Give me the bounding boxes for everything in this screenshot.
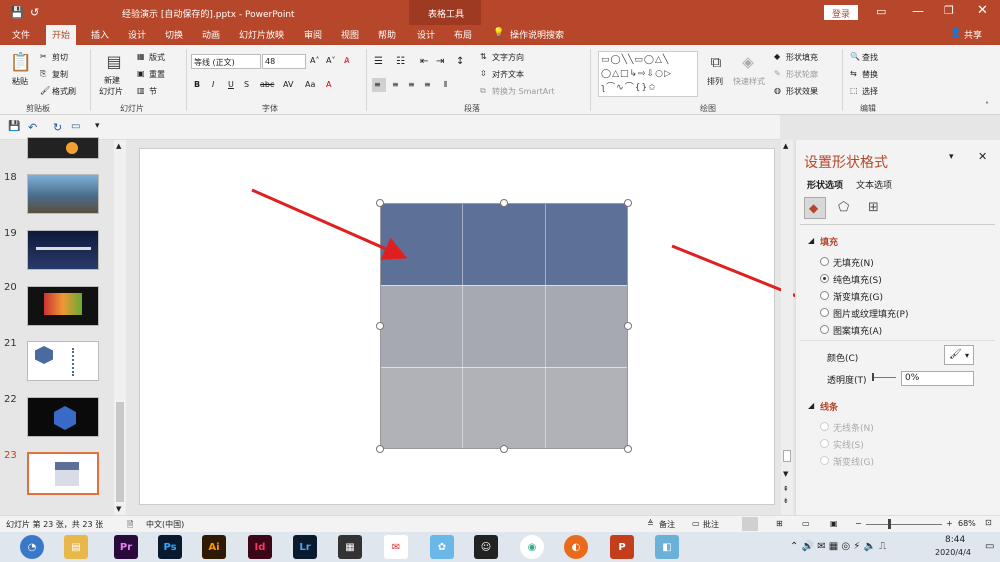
fill-section-header[interactable]: 填充	[820, 235, 838, 248]
line-collapse-icon[interactable]: ◢	[808, 401, 814, 410]
radio-no-fill[interactable]	[820, 257, 829, 266]
normal-view-icon[interactable]	[742, 517, 758, 531]
pentagon-icon[interactable]: ⬠	[838, 200, 849, 215]
solid-fill-label[interactable]: 纯色填充(S)	[833, 273, 882, 286]
pattern-fill-label[interactable]: 图案填充(A)	[833, 324, 882, 337]
zoom-level[interactable]: 68%	[958, 519, 976, 528]
tab-shape-options[interactable]: 形状选项	[807, 178, 843, 191]
gradient-fill-label[interactable]: 渐变填充(G)	[833, 290, 883, 303]
scroll-thumb[interactable]	[783, 450, 791, 462]
fit-slide-icon[interactable]: ⊡	[985, 518, 992, 527]
clock-date: 2020/4/4	[935, 548, 971, 557]
pane-close-icon[interactable]: ✕	[978, 150, 987, 163]
canvas-scrollbar[interactable]: ▲ ▼ ⇞ ⇟	[781, 140, 793, 515]
radio-gradient-line[interactable]	[820, 456, 829, 465]
picture-fill-label[interactable]: 图片或纹理填充(P)	[833, 307, 908, 320]
paint-bucket-icon: 🖌	[949, 349, 962, 360]
powerpoint-icon[interactable]: P	[610, 535, 634, 559]
transparency-input[interactable]: 0%	[901, 371, 974, 386]
scroll-up-icon[interactable]: ▲	[783, 142, 788, 150]
slide-count: 幻灯片 第 23 张，共 23 张	[6, 520, 104, 529]
fill-collapse-icon[interactable]: ◢	[808, 236, 814, 245]
transparency-slider[interactable]	[872, 377, 896, 378]
window-app-icon[interactable]: ◧	[655, 535, 679, 559]
spellcheck-icon[interactable]: 🗎	[127, 519, 133, 533]
mail-app-icon[interactable]: ✉	[384, 535, 408, 559]
red-arrow	[251, 188, 408, 260]
paint-bucket-icon: ◆	[809, 201, 819, 215]
file-explorer-icon[interactable]: ▤	[64, 535, 88, 559]
reading-view-icon[interactable]: ▭	[802, 519, 810, 528]
browser-icon[interactable]: ◐	[564, 535, 588, 559]
photoshop-icon[interactable]: Ps	[158, 535, 182, 559]
slideshow-icon[interactable]: ▣	[830, 519, 838, 528]
transparency-slider-thumb[interactable]	[872, 373, 874, 381]
prev-slide-icon[interactable]: ⇞	[783, 485, 789, 493]
start-icon[interactable]: ◔	[20, 535, 44, 559]
radio-picture-fill[interactable]	[820, 308, 829, 317]
notes-icon[interactable]: ≜	[647, 519, 654, 528]
premiere-icon[interactable]: Pr	[114, 535, 138, 559]
format-shape-pane: 设置形状格式 ▾ ✕ 形状选项 文本选项 ◆ ⬠ ⊞ ◢ 填充 无填充(N) 纯…	[795, 140, 1000, 515]
radio-no-line[interactable]	[820, 422, 829, 431]
slide-sorter-icon[interactable]: ⊞	[776, 519, 783, 528]
status-bar: 幻灯片 第 23 张，共 23 张 🗎 中文(中国) ≜ 备注 ▭ 批注 ⊞ ▭…	[0, 515, 1000, 532]
taskbar: ◔ ▤ Pr Ps Ai Id Lr ▦ ✉ ✿ ☺ ◉ ◐ P ◧ ⌃ 🔊 ✉…	[0, 532, 1000, 562]
zoom-slider[interactable]	[866, 524, 942, 525]
pane-title: 设置形状格式	[804, 155, 888, 171]
video-editor-icon[interactable]: ▦	[338, 535, 362, 559]
pane-menu-icon[interactable]: ▾	[949, 152, 954, 162]
next-slide-icon[interactable]: ⇟	[783, 497, 789, 505]
no-line-label[interactable]: 无线条(N)	[833, 421, 874, 434]
tray-icons[interactable]: ⌃ 🔊 ✉ ▦ ◎ ⚡ 🔈 ⎍	[790, 541, 886, 552]
transparency-label: 透明度(T)	[827, 376, 867, 386]
illustrator-icon[interactable]: Ai	[202, 535, 226, 559]
zoom-out-icon[interactable]: −	[855, 519, 862, 528]
chevron-down-icon: ▾	[965, 351, 970, 360]
zoom-slider-thumb[interactable]	[888, 519, 891, 529]
lightroom-icon[interactable]: Lr	[293, 535, 317, 559]
notes-button[interactable]: 备注	[659, 519, 675, 530]
size-properties-icon[interactable]: ⊞	[868, 200, 879, 215]
notifications-icon[interactable]: ▭	[985, 541, 994, 552]
solid-line-label[interactable]: 实线(S)	[833, 438, 864, 451]
gradient-line-label[interactable]: 渐变线(G)	[833, 455, 874, 468]
zoom-in-icon[interactable]: +	[946, 519, 953, 528]
no-fill-label[interactable]: 无填充(N)	[833, 256, 874, 269]
comments-icon[interactable]: ▭	[692, 519, 700, 528]
comments-button[interactable]: 批注	[703, 519, 719, 530]
radio-solid-fill[interactable]	[820, 274, 829, 283]
language-indicator[interactable]: 中文(中国)	[146, 519, 184, 530]
radio-gradient-fill[interactable]	[820, 291, 829, 300]
clock-time: 8:44	[945, 535, 966, 545]
chrome-icon[interactable]: ◉	[520, 535, 544, 559]
scroll-down-icon[interactable]: ▼	[783, 470, 788, 478]
tab-text-options[interactable]: 文本选项	[856, 178, 892, 191]
pane-divider	[800, 224, 995, 225]
line-section-header[interactable]: 线条	[820, 400, 838, 413]
color-label: 颜色(C)	[827, 354, 859, 364]
radio-pattern-fill[interactable]	[820, 325, 829, 334]
pane-divider	[800, 340, 995, 341]
chat-app-icon[interactable]: ✿	[430, 535, 454, 559]
indesign-icon[interactable]: Id	[248, 535, 272, 559]
radio-solid-line[interactable]	[820, 439, 829, 448]
qq-icon[interactable]: ☺	[474, 535, 498, 559]
